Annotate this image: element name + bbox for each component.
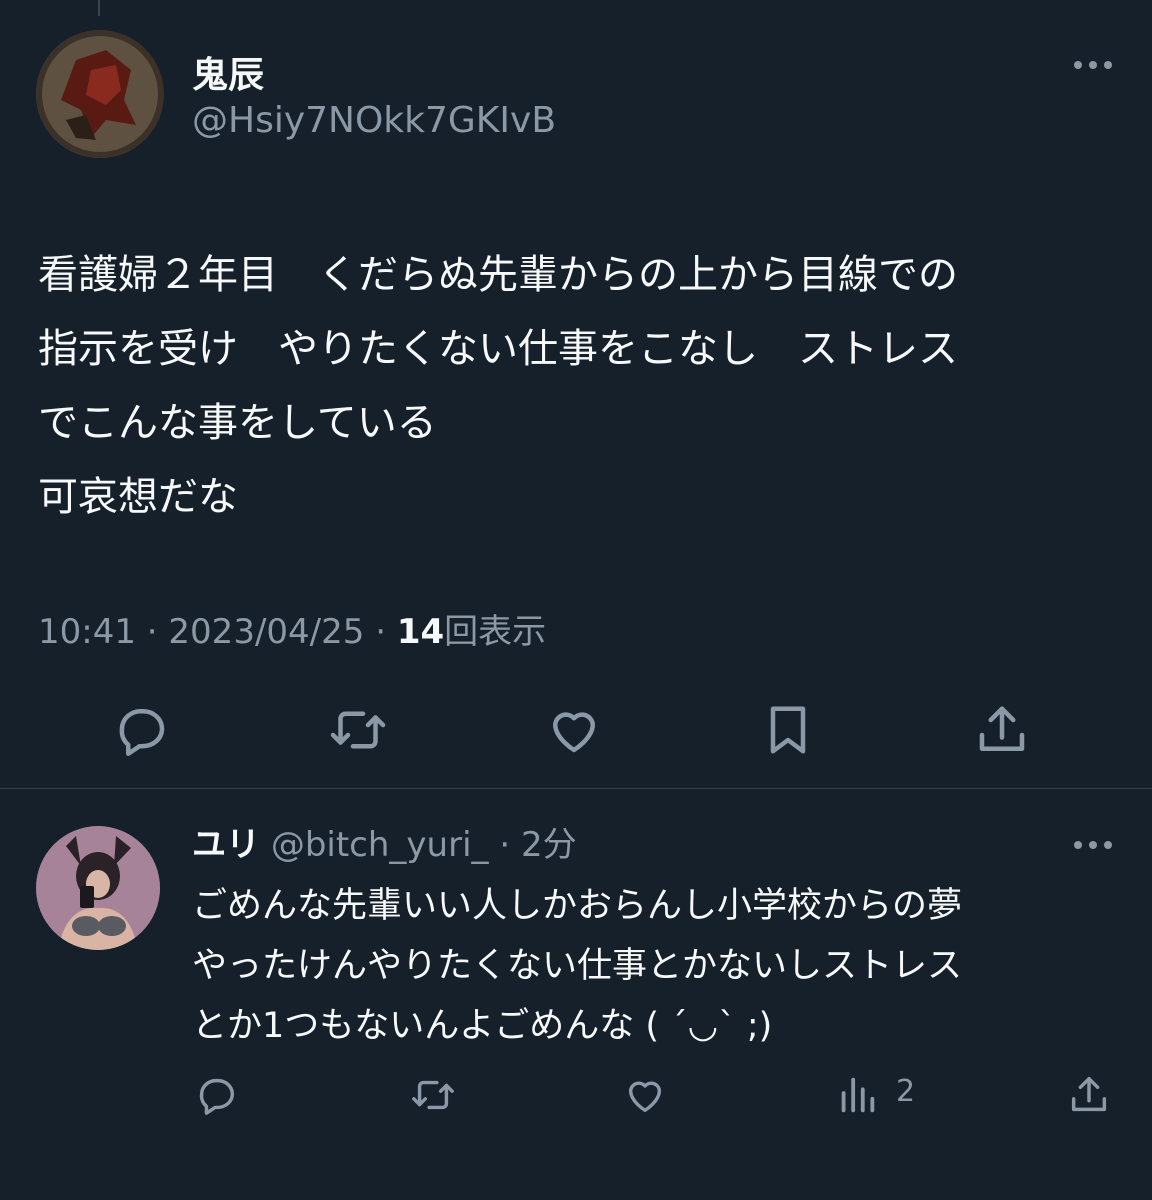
avatar-image	[36, 826, 160, 950]
retweet-icon[interactable]	[328, 700, 388, 760]
like-icon[interactable]	[544, 700, 604, 760]
reply-author-avatar[interactable]	[36, 826, 160, 950]
reply-author-name[interactable]: ユリ	[192, 825, 260, 865]
tweet-time[interactable]: 10:41	[38, 612, 136, 652]
author-handle[interactable]: @Hsiy7NOkk7GKIvB	[192, 100, 556, 141]
tweet-meta: 10:41 · 2023/04/25 · 14回表示	[38, 604, 546, 653]
thread-connector-line	[98, 0, 100, 16]
reply-header: ユリ @bitch_yuri_ · 2分	[192, 820, 577, 870]
reply-text: ごめんな先輩いい人しかおらんし小学校からの夢 やったけんやりたくない仕事とかない…	[192, 886, 963, 1046]
tweet-text: 看護婦２年目 くだらぬ先輩からの上から目線での 指示を受け やりたくない仕事をこ…	[38, 252, 958, 520]
views-label: 回表示	[444, 612, 547, 652]
avatar-image	[36, 30, 164, 158]
meta-separator: ·	[375, 612, 387, 652]
more-horizontal-icon[interactable]	[1068, 830, 1118, 860]
reply-author-handle[interactable]: @bitch_yuri_	[271, 825, 489, 865]
reply-icon[interactable]	[194, 1072, 240, 1118]
more-horizontal-icon[interactable]	[1068, 50, 1118, 80]
reply-views-count: 2	[896, 1074, 916, 1109]
tweet-date[interactable]: 2023/04/25	[168, 612, 364, 652]
share-icon[interactable]	[972, 700, 1032, 760]
divider	[0, 788, 1152, 789]
tweet-detail-page: 鬼辰 @Hsiy7NOkk7GKIvB 看護婦２年目 くだらぬ先輩からの上から目…	[0, 0, 1152, 1200]
author-avatar[interactable]	[36, 30, 164, 158]
views-icon[interactable]	[834, 1072, 880, 1118]
meta-separator: ·	[146, 612, 158, 652]
header-separator: ·	[499, 825, 511, 865]
author-name[interactable]: 鬼辰	[192, 46, 264, 98]
reply-time[interactable]: 2分	[521, 825, 577, 865]
views-count: 14	[396, 612, 445, 652]
bookmark-icon[interactable]	[758, 700, 818, 760]
reply-icon[interactable]	[112, 700, 172, 760]
retweet-icon[interactable]	[410, 1072, 456, 1118]
share-icon[interactable]	[1066, 1072, 1112, 1118]
like-icon[interactable]	[622, 1072, 668, 1118]
